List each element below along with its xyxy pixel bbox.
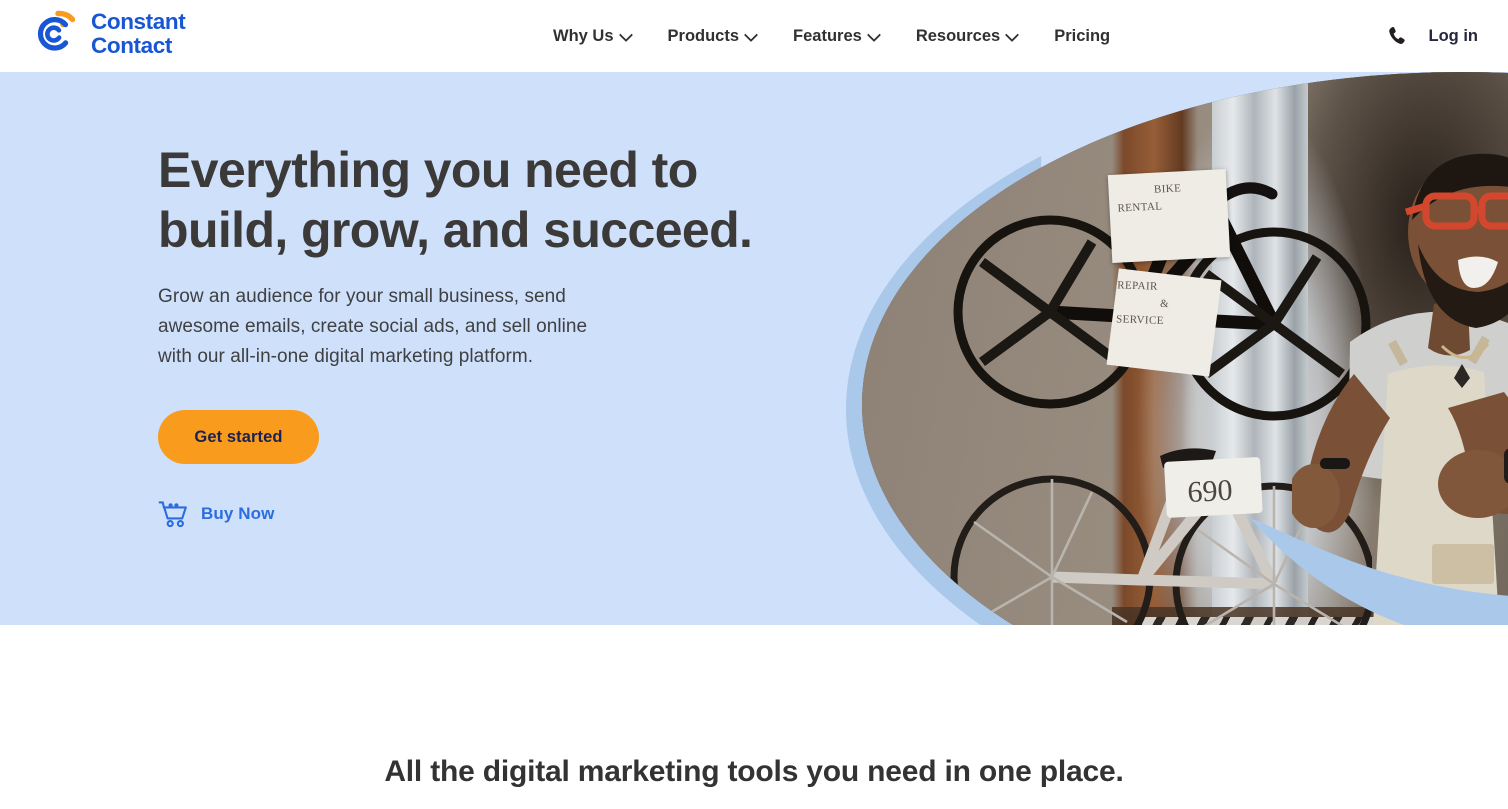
sign2-line1: REPAIR	[1117, 279, 1158, 293]
hero-subtitle-line-3: with our all-in-one digital marketing pl…	[158, 346, 534, 367]
logo-link[interactable]: Constant Contact	[32, 8, 186, 59]
nav-item-pricing[interactable]: Pricing	[1036, 0, 1128, 72]
page-root: Constant Contact Why Us Products Feature…	[0, 0, 1508, 809]
logo-wordmark: Constant Contact	[91, 8, 186, 59]
phone-icon[interactable]	[1387, 25, 1407, 47]
shopping-cart-icon	[158, 500, 188, 528]
nav-label-why-us: Why Us	[553, 26, 614, 45]
nav-item-products[interactable]: Products	[650, 0, 776, 72]
tools-section-heading: All the digital marketing tools you need…	[384, 755, 1124, 788]
nav-item-resources[interactable]: Resources	[898, 0, 1036, 72]
main-navigation: Why Us Products Features Resources Prici…	[553, 0, 1128, 72]
constant-contact-circle-logo-icon	[32, 9, 82, 59]
logo-line-2: Contact	[91, 33, 172, 58]
nav-label-resources: Resources	[915, 26, 1001, 45]
nav-label-products: Products	[667, 26, 740, 45]
hero-title: Everything you need to build, grow, and …	[158, 140, 858, 260]
site-header: Constant Contact Why Us Products Feature…	[0, 0, 1508, 72]
header-right-group: Log in	[1387, 0, 1478, 72]
photo-sign-repair-service: REPAIR & SERVICE	[1106, 268, 1222, 377]
nav-label-pricing: Pricing	[1054, 26, 1111, 45]
hero-title-line-1: Everything you need to	[158, 142, 698, 198]
hero-section: 690 BIKE RENTAL REPAIR & SERVICE Everyth…	[0, 64, 1508, 754]
hero-subtitle: Grow an audience for your small business…	[158, 282, 673, 372]
login-link[interactable]: Log in	[1429, 27, 1478, 46]
chevron-down-icon	[746, 30, 757, 41]
hero-subtitle-line-1: Grow an audience for your small business…	[158, 286, 566, 307]
hero-copy-block: Everything you need to build, grow, and …	[158, 140, 858, 528]
hero-title-line-2: build, grow, and succeed.	[158, 202, 753, 258]
hero-subtitle-line-2: awesome emails, create social ads, and s…	[158, 316, 588, 337]
photo-shop-owner	[1292, 153, 1508, 712]
nav-label-features: Features	[793, 26, 862, 45]
nav-item-why-us[interactable]: Why Us	[553, 0, 650, 72]
buy-now-link[interactable]: Buy Now	[158, 500, 274, 528]
photo-sign-bike-rental: BIKE RENTAL	[1107, 168, 1231, 264]
tools-section: All the digital marketing tools you need…	[0, 625, 1508, 809]
chevron-down-icon	[869, 30, 880, 41]
photo-sign-bike-rental-text: BIKE RENTAL	[1108, 169, 1229, 227]
get-started-button[interactable]: Get started	[158, 410, 319, 464]
sign2-line3: SERVICE	[1115, 313, 1165, 327]
photo-sign-repair-service-text: REPAIR & SERVICE	[1107, 268, 1221, 341]
buy-now-label: Buy Now	[201, 504, 275, 523]
logo-line-1: Constant	[91, 8, 186, 34]
chevron-down-icon	[621, 30, 632, 41]
chevron-down-icon	[1007, 30, 1018, 41]
nav-item-features[interactable]: Features	[775, 0, 898, 72]
photo-bike-price-tag-text: 690	[1187, 474, 1234, 509]
